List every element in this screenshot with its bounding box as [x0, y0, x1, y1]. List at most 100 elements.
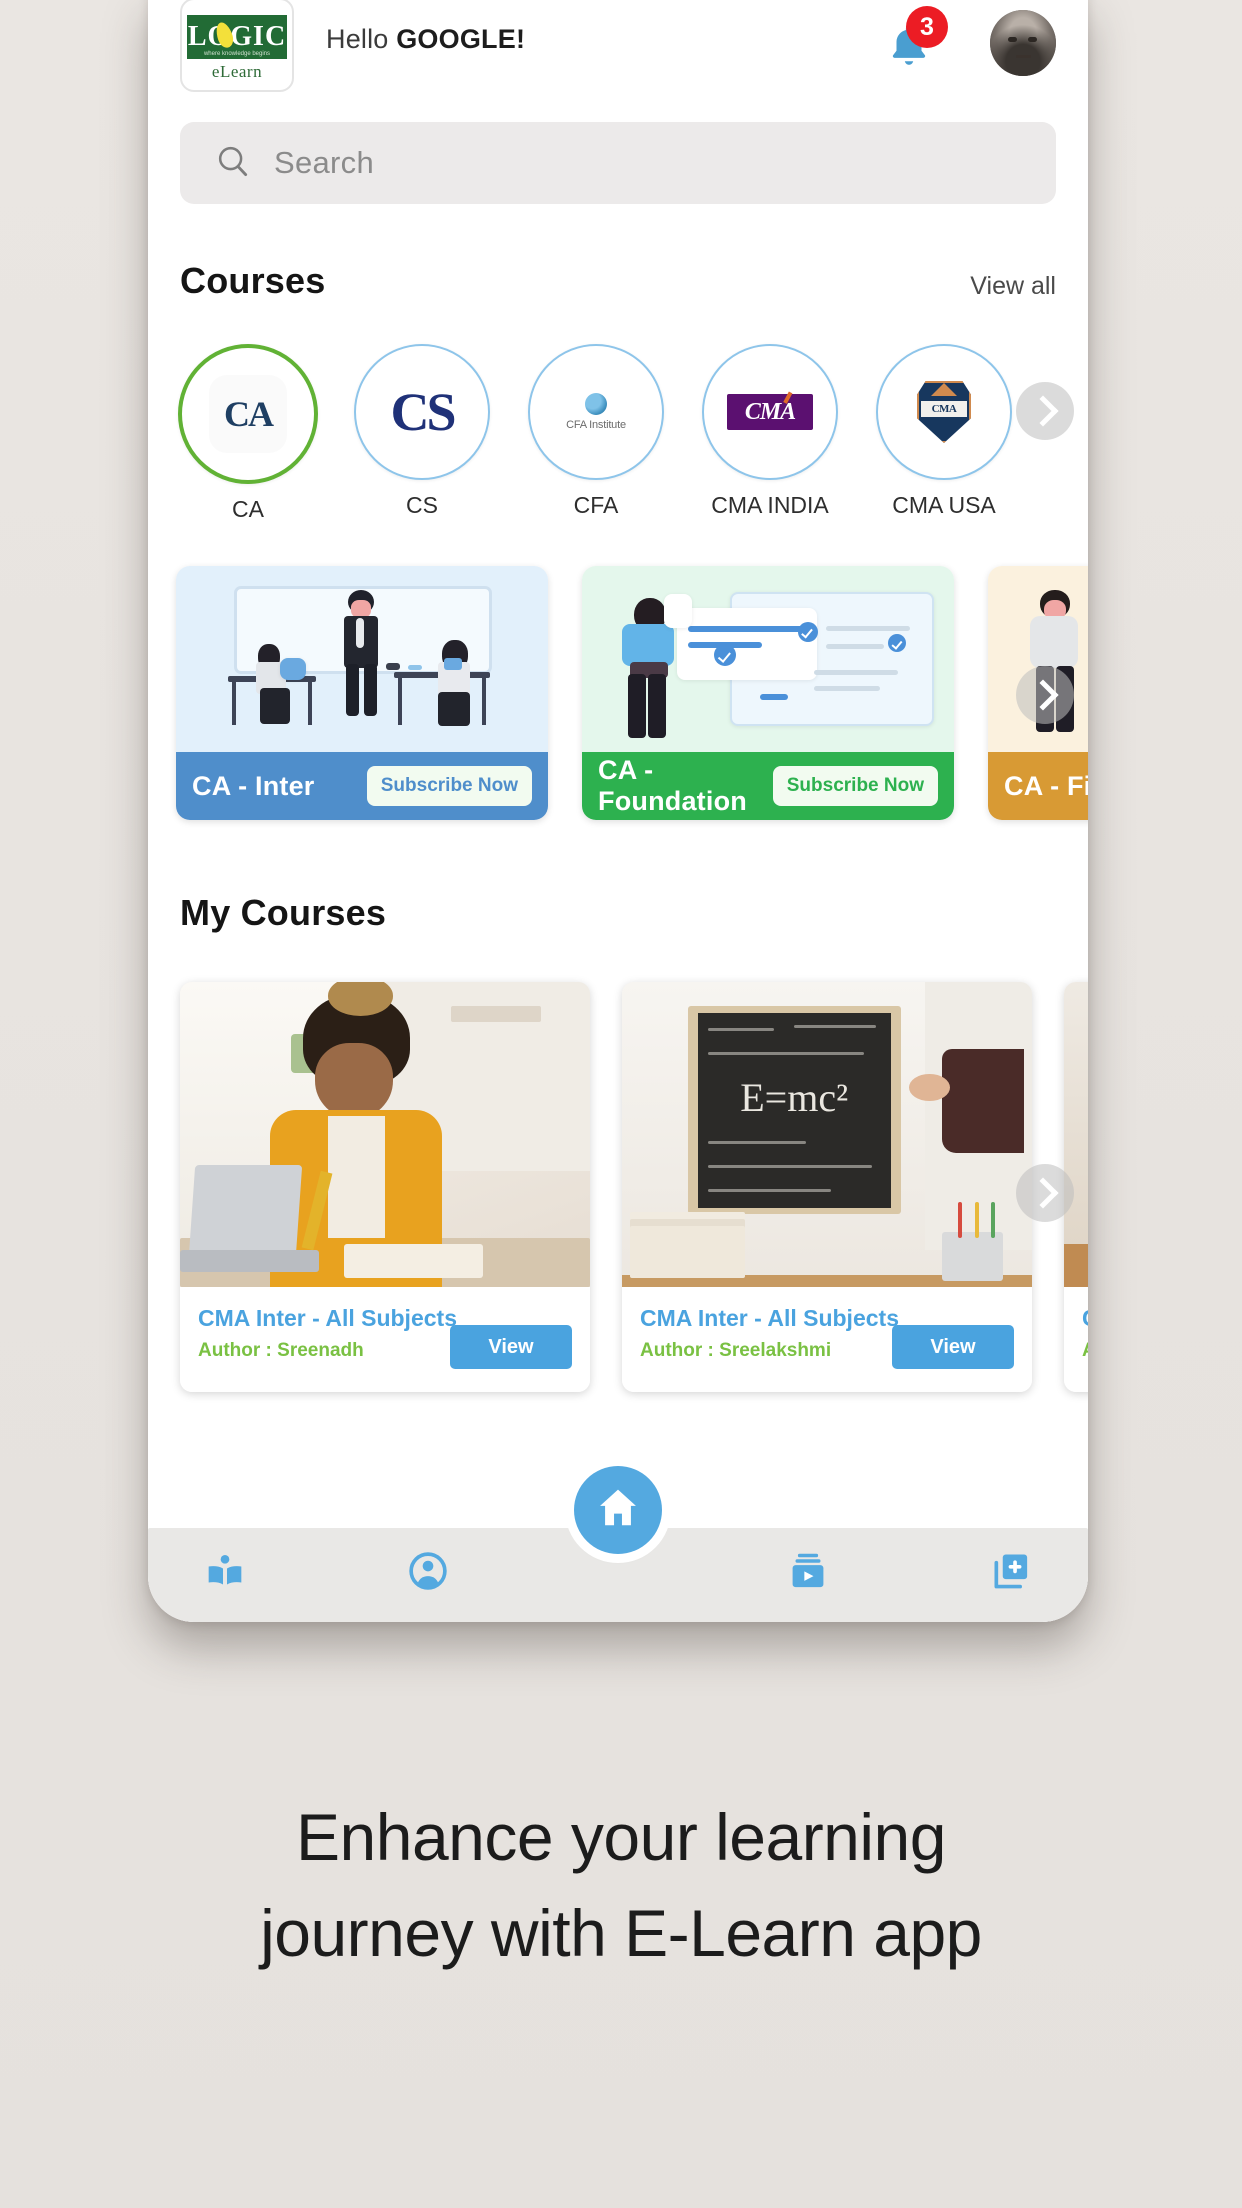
sidebar-item-cma-usa[interactable]: CMA CMA USA [870, 344, 1018, 519]
chalk-scribble-3 [708, 1052, 864, 1056]
woman-top [622, 624, 674, 666]
caption-line-1: Enhance your learning [296, 1800, 946, 1874]
sidebar-item-cma-india[interactable]: CMA CMA INDIA [696, 344, 844, 519]
chalk-scribble-4 [708, 1140, 807, 1144]
course-label-ca: CA [232, 496, 264, 522]
view-button[interactable]: View [450, 1325, 572, 1369]
man-top [1030, 616, 1078, 668]
promo-card-ca-foundation[interactable]: CA - Foundation Subscribe Now [582, 566, 954, 820]
page-title-courses: Courses [180, 260, 326, 301]
chalk-scribble-1 [708, 1027, 774, 1031]
promo-title: CA - Final [1004, 770, 1088, 801]
nav-item-add[interactable] [976, 1544, 1046, 1602]
promo-illustration-checklist [582, 566, 954, 752]
nav-item-home[interactable] [574, 1466, 662, 1554]
view-button[interactable]: View [892, 1325, 1014, 1369]
course-circle-ca[interactable]: CA [178, 344, 318, 484]
search-input[interactable]: Search [180, 122, 1056, 204]
woman-leg-right [648, 674, 666, 738]
desk-left-leg-b [308, 681, 312, 725]
courses-next-arrow-button[interactable] [1016, 382, 1074, 440]
list-line-2 [826, 644, 884, 649]
my-courses-next-arrow-button[interactable] [1016, 1164, 1074, 1222]
course-circle-cs[interactable]: CS [354, 344, 490, 480]
photo-sleeve [941, 1049, 1024, 1153]
photo-pencil-cup [941, 1232, 1004, 1281]
cma-india-logo-text: CMA [744, 398, 796, 425]
board-eraser [386, 663, 400, 670]
photo-hand [909, 1073, 950, 1101]
avatar-eye-right [1028, 37, 1037, 42]
course-label-cma-india: CMA INDIA [711, 492, 829, 518]
course-category-carousel[interactable]: CA CA CS CS CFA Institute CFA CMA CMA IN… [148, 344, 1088, 522]
promo-footer-ca-inter: CA - Inter Subscribe Now [176, 752, 548, 820]
photo-face [315, 1043, 394, 1120]
promo-title: CA - Foundation [598, 755, 747, 816]
cfa-logo-text: CFA Institute [566, 419, 626, 431]
course-circle-cma-usa[interactable]: CMA [876, 344, 1012, 480]
photo-pencil-red [958, 1201, 963, 1239]
page-title-my-courses: My Courses [180, 892, 387, 933]
chalkboard-equation: E=mc² [740, 1075, 849, 1121]
avatar[interactable] [990, 10, 1056, 76]
subscribe-now-button[interactable]: Subscribe Now [366, 766, 532, 806]
my-course-card-1[interactable]: CMA Inter - All Subjects Author : Sreena… [180, 982, 590, 1392]
teacher-shirt [356, 618, 364, 648]
course-meta: CMA Inter - All Subjects Author : Sreena… [180, 1287, 590, 1392]
nav-item-videos[interactable] [773, 1544, 843, 1602]
notification-badge: 3 [906, 6, 948, 48]
course-thumbnail-student-laptop [180, 982, 590, 1287]
logic-elearn-logo: LOGIC where knowledge begins eLearn [180, 0, 294, 92]
teacher-leg-left [346, 664, 359, 716]
promo-illustration-classroom [176, 566, 548, 752]
bottom-navigation-bar [148, 1466, 1088, 1622]
subscribe-now-button[interactable]: Subscribe Now [772, 766, 938, 806]
logo-subtitle: eLearn [211, 62, 263, 81]
chevron-right-icon [1026, 679, 1059, 711]
view-all-courses-link[interactable]: View all [970, 272, 1056, 301]
course-thumbnail-partial [1064, 982, 1088, 1287]
sidebar-item-ca[interactable]: CA CA [174, 344, 322, 523]
course-circle-cfa[interactable]: CFA Institute [528, 344, 664, 480]
sidebar-item-cs[interactable]: CS CS [348, 344, 496, 519]
check-badge-b [798, 622, 818, 642]
course-label-cs: CS [406, 492, 438, 518]
logo-wordmark: LOGIC [187, 21, 287, 52]
chevron-right-icon [1026, 1177, 1059, 1209]
promo-illustration-network [988, 566, 1088, 752]
list-line-3 [814, 670, 898, 675]
account-circle-icon [406, 1549, 450, 1598]
search-placeholder: Search [274, 145, 375, 180]
course-author: Author : Sreenadh [198, 1340, 364, 1361]
cfa-flower-icon [584, 393, 607, 415]
phone-frame: LOGIC where knowledge begins eLearn Hell… [148, 0, 1088, 1622]
student-right-legs [438, 692, 470, 726]
promo-card-ca-inter[interactable]: CA - Inter Subscribe Now [176, 566, 548, 820]
logo-tagline: where knowledge begins [203, 51, 271, 57]
promos-next-arrow-button[interactable] [1016, 666, 1074, 724]
desk-right-leg-b [482, 677, 486, 725]
promo-carousel[interactable]: CA - Inter Subscribe Now CA - Foundation… [148, 566, 1088, 826]
floating-card-line-a [688, 626, 806, 632]
app-screen: LOGIC where knowledge begins eLearn Hell… [148, 0, 1088, 1622]
promo-title: CA - Inter [192, 770, 315, 801]
course-meta: CMA Inter - All Subjects Author : Sreela… [622, 1287, 1032, 1392]
my-course-card-2[interactable]: E=mc² CMA Inter - All Subjects Author: … [622, 982, 1032, 1392]
promo-footer-ca-foundation: CA - Foundation Subscribe Now [582, 752, 954, 820]
course-title: CMA Inter - All Subjects [1082, 1305, 1088, 1332]
check-badge-c [888, 634, 906, 652]
cs-logo-icon: CS [390, 382, 456, 442]
woman-leg-left [628, 674, 646, 738]
notifications-button[interactable]: 3 [880, 6, 948, 80]
nav-item-library[interactable] [190, 1544, 260, 1602]
student-right-item [444, 658, 462, 670]
nav-item-profile[interactable] [393, 1544, 463, 1602]
chevron-right-icon [1026, 395, 1059, 427]
student-left-legs [260, 688, 290, 724]
thumbnail-photo [180, 982, 590, 1287]
course-circle-cma-india[interactable]: CMA [702, 344, 838, 480]
my-courses-carousel[interactable]: CMA Inter - All Subjects Author : Sreena… [148, 982, 1088, 1402]
photo-pencil-yellow [974, 1201, 979, 1239]
desk-right-leg-a [398, 677, 402, 725]
sidebar-item-cfa[interactable]: CFA Institute CFA [522, 344, 670, 519]
